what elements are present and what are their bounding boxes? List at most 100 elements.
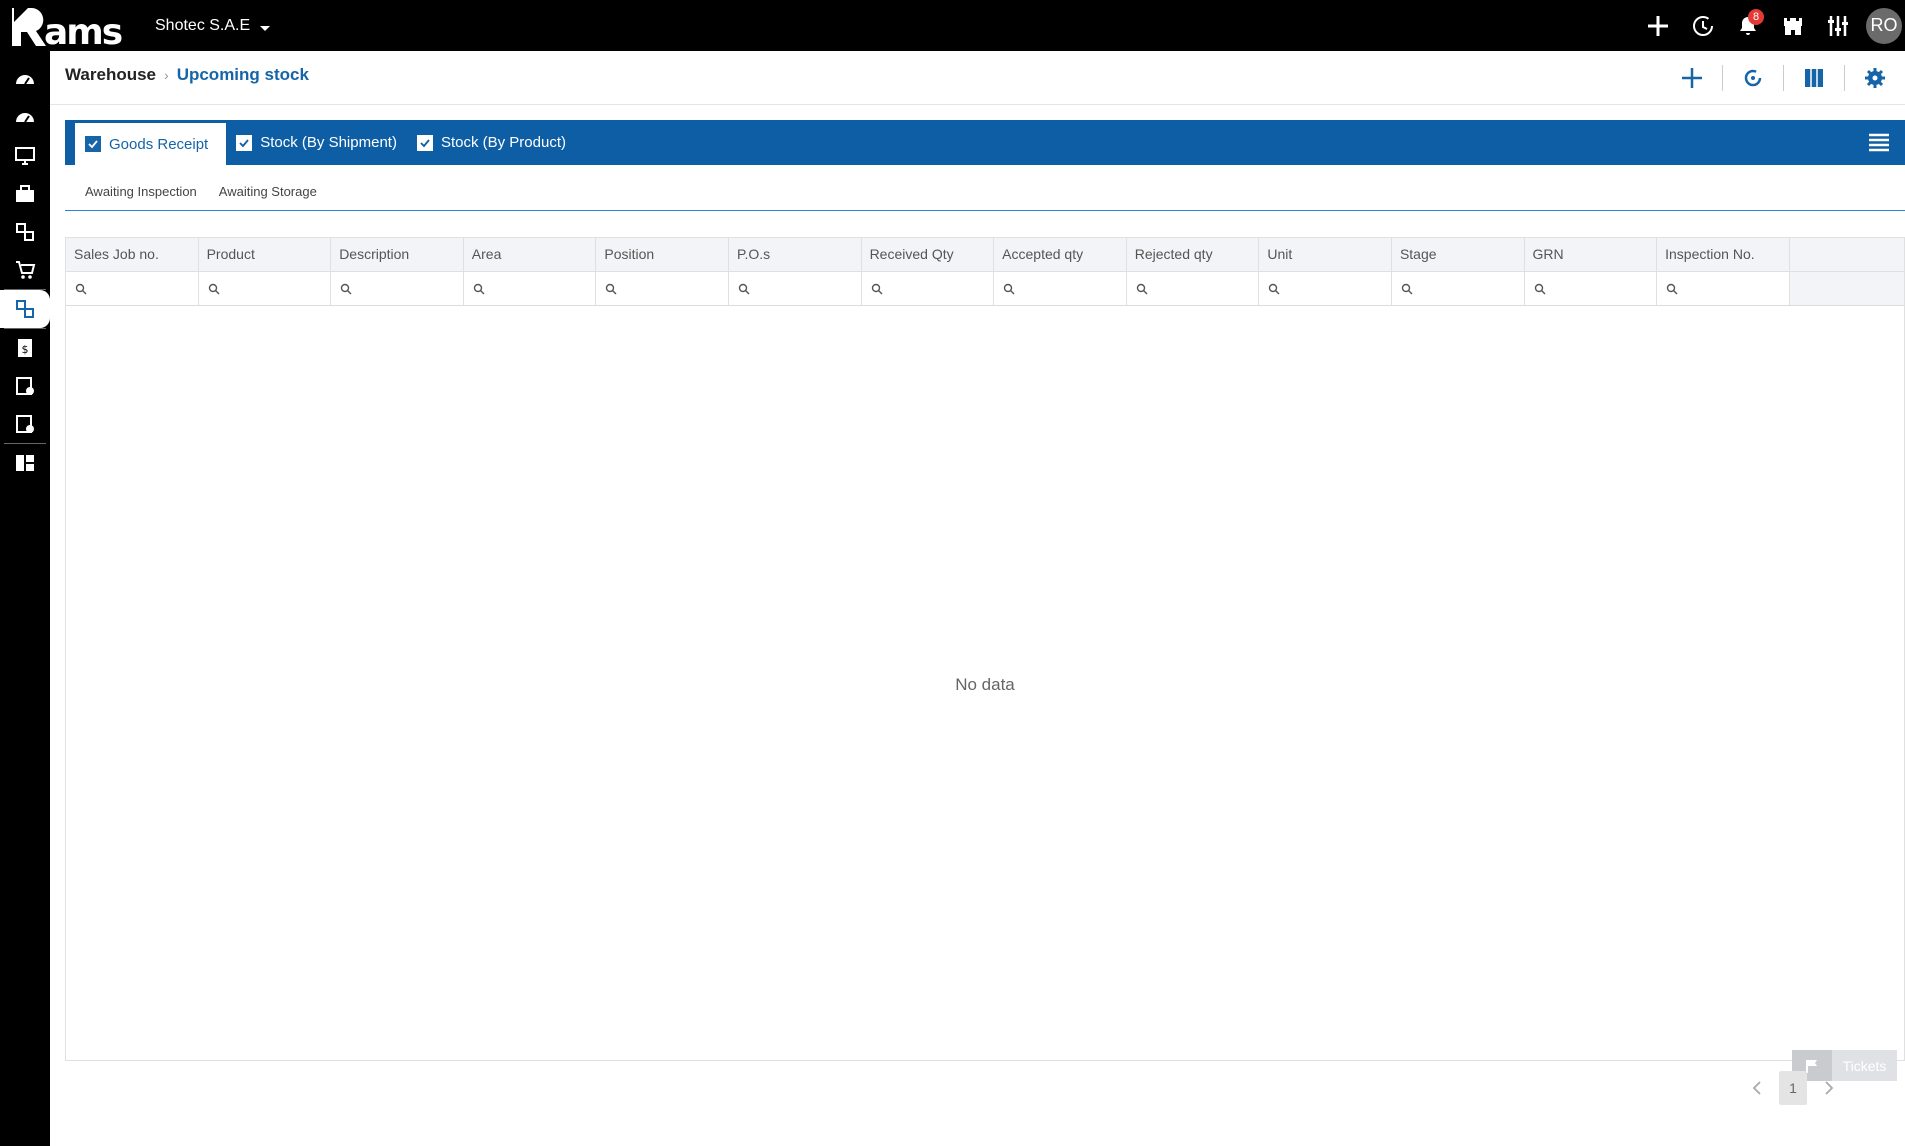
- filter-input-unit[interactable]: [1259, 272, 1392, 305]
- tab-label: Stock (By Product): [440, 134, 566, 151]
- column-header-rejected-qty[interactable]: Rejected qty: [1127, 238, 1260, 271]
- notifications-bell-icon[interactable]: 8: [1725, 0, 1770, 51]
- user-avatar[interactable]: RO: [1866, 7, 1902, 44]
- column-header-spacer: [1790, 238, 1904, 271]
- search-icon: [208, 283, 220, 294]
- chevron-down-icon: [260, 25, 271, 31]
- filter-input-stage[interactable]: [1392, 272, 1525, 305]
- settings-button[interactable]: [1845, 51, 1905, 105]
- rams-logo-icon: ams: [12, 8, 124, 53]
- column-header-unit[interactable]: Unit: [1259, 238, 1392, 271]
- search-icon: [738, 283, 750, 294]
- subtab-awaiting-storage[interactable]: Awaiting Storage: [208, 175, 328, 210]
- warehouse-boxes-icon: [16, 300, 34, 318]
- sidebar-item-warehouse[interactable]: [0, 290, 50, 328]
- page-title: Upcoming stock: [176, 65, 309, 84]
- tab-label: Goods Receipt: [109, 135, 209, 153]
- subtab-bar: Awaiting Inspection Awaiting Storage: [65, 175, 1905, 211]
- column-header-sales-job-no[interactable]: Sales Job no.: [66, 238, 199, 271]
- breadcrumb-root[interactable]: Warehouse: [65, 65, 156, 85]
- search-icon: [871, 283, 883, 294]
- filter-input-position[interactable]: [596, 272, 729, 305]
- search-icon: [1003, 283, 1015, 294]
- speedometer-icon: [16, 113, 34, 123]
- columns-button[interactable]: [1784, 51, 1844, 105]
- app-logo[interactable]: ams: [10, 4, 140, 53]
- column-header-position[interactable]: Position: [596, 238, 729, 271]
- filter-input-grn[interactable]: [1525, 272, 1658, 305]
- filter-input-accepted-qty[interactable]: [994, 272, 1127, 305]
- filter-input-product[interactable]: [199, 272, 332, 305]
- filter-input-inspection-no[interactable]: [1657, 272, 1790, 305]
- castle-icon[interactable]: [1770, 0, 1815, 51]
- gear-icon: [1865, 68, 1885, 88]
- checkbox-checked-icon[interactable]: [416, 134, 433, 151]
- tickets-label: Tickets: [1832, 1050, 1897, 1081]
- settings-sliders-icon[interactable]: [1815, 0, 1860, 51]
- filter-input-description[interactable]: [331, 272, 464, 305]
- grid-layout-icon: [16, 455, 34, 471]
- chevron-right-icon[interactable]: [1817, 1071, 1841, 1105]
- sidebar-item-approved-docs[interactable]: [0, 367, 50, 405]
- monitor-icon: [15, 147, 35, 165]
- pagination: 1: [1745, 1071, 1841, 1105]
- svg-text:ams: ams: [44, 12, 122, 48]
- filter-input-area[interactable]: [464, 272, 597, 305]
- add-icon[interactable]: [1635, 0, 1680, 51]
- data-grid: Sales Job no. Product Description Area P…: [65, 237, 1905, 1061]
- search-icon: [1136, 283, 1148, 294]
- sidebar-item-dashboard[interactable]: [0, 61, 50, 99]
- sidebar-item-reports[interactable]: [0, 444, 50, 482]
- search-icon: [1401, 283, 1413, 294]
- history-icon[interactable]: [1680, 0, 1725, 51]
- company-selector[interactable]: Shotec S.A.E: [155, 17, 271, 35]
- refresh-button[interactable]: [1723, 51, 1783, 105]
- search-icon: [1666, 283, 1678, 294]
- page-number-button[interactable]: 1: [1779, 1071, 1807, 1105]
- briefcase-icon: [16, 185, 34, 202]
- page-header: Warehouse › Upcoming stock: [50, 51, 1905, 105]
- column-header-accepted-qty[interactable]: Accepted qty: [994, 238, 1127, 271]
- filter-input-received-qty[interactable]: [862, 272, 995, 305]
- sidebar-item-briefcase[interactable]: [0, 175, 50, 213]
- filter-input-rejected-qty[interactable]: [1127, 272, 1260, 305]
- checkbox-checked-icon[interactable]: [85, 136, 101, 152]
- company-name: Shotec S.A.E: [155, 17, 251, 34]
- add-button[interactable]: [1662, 51, 1722, 105]
- document-check-icon: [16, 377, 34, 395]
- column-header-stage[interactable]: Stage: [1392, 238, 1525, 271]
- tab-stock-by-product[interactable]: Stock (By Product): [407, 120, 576, 165]
- filter-input-pos[interactable]: [729, 272, 862, 305]
- search-icon: [1269, 283, 1280, 294]
- tab-bar: Goods Receipt Stock (By Shipment) Stock …: [65, 120, 1905, 165]
- filter-input-sales-job-no[interactable]: [66, 272, 199, 305]
- sidebar-item-monitor[interactable]: [0, 137, 50, 175]
- tab-stock-by-shipment[interactable]: Stock (By Shipment): [226, 120, 407, 165]
- plus-icon: [1682, 68, 1702, 88]
- top-bar: ams Shotec S.A.E 8 RO: [0, 0, 1905, 53]
- sidebar-item-rejected-docs[interactable]: [0, 405, 50, 443]
- columns-icon: [1805, 69, 1823, 87]
- column-header-inspection-no[interactable]: Inspection No.: [1657, 238, 1790, 271]
- sidebar-item-dashboard-2[interactable]: [0, 99, 50, 137]
- search-icon: [75, 283, 87, 294]
- chevron-left-icon[interactable]: [1745, 1071, 1769, 1105]
- column-header-received-qty[interactable]: Received Qty: [862, 238, 995, 271]
- column-header-grn[interactable]: GRN: [1525, 238, 1658, 271]
- column-header-description[interactable]: Description: [331, 238, 464, 271]
- breadcrumb: Warehouse › Upcoming stock: [65, 65, 309, 85]
- search-icon: [1534, 283, 1546, 294]
- column-header-pos[interactable]: P.O.s: [729, 238, 862, 271]
- sidebar-item-invoices[interactable]: $: [0, 329, 50, 367]
- column-header-area[interactable]: Area: [464, 238, 597, 271]
- subtab-awaiting-inspection[interactable]: Awaiting Inspection: [65, 175, 208, 210]
- sidebar: $: [0, 51, 50, 1146]
- tab-goods-receipt[interactable]: Goods Receipt: [75, 123, 227, 165]
- cart-icon: [16, 261, 36, 279]
- menu-icon[interactable]: [1868, 133, 1890, 158]
- checkbox-checked-icon[interactable]: [236, 134, 253, 151]
- sidebar-item-cart[interactable]: [0, 251, 50, 289]
- svg-text:$: $: [22, 343, 29, 356]
- sidebar-item-stock[interactable]: [0, 213, 50, 251]
- column-header-product[interactable]: Product: [199, 238, 332, 271]
